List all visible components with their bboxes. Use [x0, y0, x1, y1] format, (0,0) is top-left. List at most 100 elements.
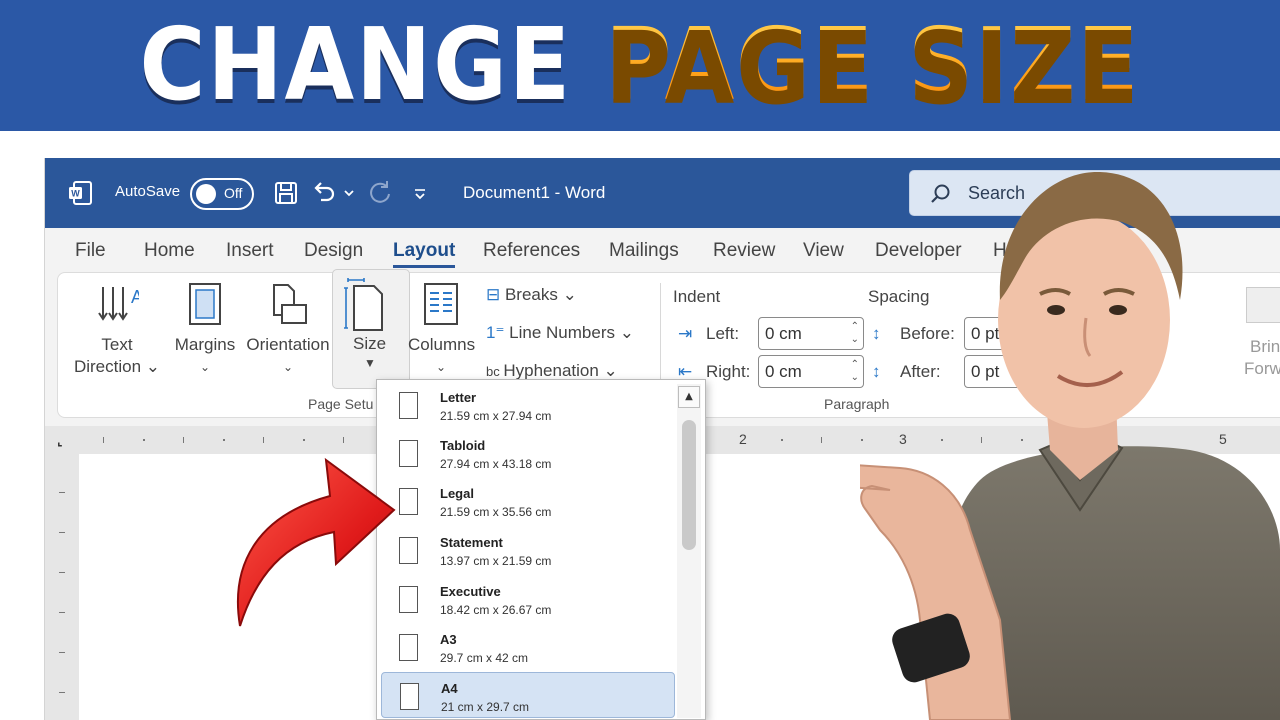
undo-dropdown-icon[interactable]: [341, 178, 357, 208]
ruler-dot: [223, 439, 225, 441]
svg-text:W: W: [71, 189, 80, 199]
save-icon[interactable]: [271, 178, 301, 208]
hyphenation-icon: bc: [486, 364, 504, 379]
page-size-name: Statement: [440, 535, 503, 550]
page-size-executive[interactable]: Executive 18.42 cm x 26.67 cm: [381, 576, 675, 622]
page-size-statement[interactable]: Statement 13.97 cm x 21.59 cm: [381, 527, 675, 573]
page-size-dims: 21.59 cm x 35.56 cm: [440, 505, 552, 519]
orientation-icon: [273, 284, 307, 324]
banner-title: CHANGE PAGE SIZE: [64, 6, 1216, 124]
indent-left-icon: ⇥: [678, 324, 693, 343]
spinner-arrows-icon[interactable]: ⌃ ⌄: [851, 320, 859, 346]
scroll-up-icon[interactable]: ▲: [678, 386, 700, 408]
customize-toolbar-icon[interactable]: [409, 178, 431, 208]
spinner-arrows-icon[interactable]: ⌃ ⌄: [851, 358, 859, 384]
page-size-letter[interactable]: Letter 21.59 cm x 27.94 cm: [381, 382, 675, 428]
page-size-legal[interactable]: Legal 21.59 cm x 35.56 cm: [381, 478, 675, 524]
ruler-tick: [59, 652, 65, 653]
orientation-chevron-icon: ⌄: [282, 360, 294, 374]
columns-button[interactable]: Columns ⌄: [408, 281, 476, 378]
breaks-icon: ⊟: [486, 285, 505, 304]
page-icon: [399, 634, 418, 661]
red-curved-arrow-icon: [236, 457, 396, 627]
indent-left-label: Left:: [706, 324, 740, 343]
indent-left-value: 0 cm: [765, 324, 802, 343]
breaks-label: Breaks ⌄: [504, 285, 577, 304]
ruler-tick: [183, 437, 184, 443]
size-label: Size: [353, 334, 387, 353]
tab-file[interactable]: File: [75, 240, 106, 262]
size-button[interactable]: Size ▼: [332, 269, 410, 389]
page-setup-group-label: Page Setu: [308, 396, 374, 412]
page-size-tabloid[interactable]: Tabloid 27.94 cm x 43.18 cm: [381, 430, 675, 476]
margins-label: Margins: [174, 335, 236, 354]
page-size-a3[interactable]: A3 29.7 cm x 42 cm: [381, 624, 675, 670]
banner-title-white: CHANGE: [139, 6, 606, 123]
page-size-dims: 18.42 cm x 26.67 cm: [440, 603, 552, 617]
ruler-tick: [59, 612, 65, 613]
tab-view[interactable]: View: [803, 240, 844, 262]
ruler-dot: [143, 439, 145, 441]
tab-layout[interactable]: Layout: [393, 240, 456, 268]
tab-home[interactable]: Home: [144, 240, 195, 262]
vertical-ruler[interactable]: [45, 454, 79, 720]
indent-label: Indent: [673, 287, 721, 306]
line-numbers-icon: 1⁼: [486, 323, 510, 342]
tab-insert[interactable]: Insert: [226, 240, 274, 262]
line-numbers-button[interactable]: 1⁼ Line Numbers ⌄: [486, 323, 634, 343]
page-size-name: Legal: [440, 486, 474, 501]
ruler-tick: [59, 572, 65, 573]
text-direction-label-1: Text: [101, 335, 133, 354]
page-size-dropdown: Letter 21.59 cm x 27.94 cm Tabloid 27.94…: [376, 379, 706, 720]
page-size-dims: 29.7 cm x 42 cm: [440, 651, 529, 665]
text-direction-label-2: Direction ⌄: [73, 357, 161, 376]
columns-icon: [424, 283, 458, 325]
indent-right-value: 0 cm: [765, 362, 802, 381]
page-icon: [400, 683, 419, 710]
ruler-tick: [59, 692, 65, 693]
columns-chevron-icon: ⌄: [435, 360, 447, 374]
breaks-button[interactable]: ⊟ Breaks ⌄: [486, 285, 577, 305]
orientation-button[interactable]: Orientation ⌄: [244, 281, 332, 378]
autosave-toggle[interactable]: Off: [190, 178, 254, 210]
tab-stop-selector[interactable]: ⌞: [57, 434, 63, 448]
word-logo-icon: W: [69, 181, 92, 205]
text-direction-button[interactable]: A Text Direction ⌄: [72, 281, 162, 378]
tab-references[interactable]: References: [483, 240, 580, 262]
page-size-name: A4: [441, 681, 458, 696]
line-numbers-label: Line Numbers ⌄: [509, 323, 634, 342]
autosave-state: Off: [224, 185, 243, 201]
tab-review[interactable]: Review: [713, 240, 775, 262]
dropdown-scrollbar[interactable]: ▲: [677, 384, 701, 718]
page-size-name: Tabloid: [440, 438, 486, 453]
indent-left-input[interactable]: 0 cm ⌃ ⌄: [758, 317, 864, 350]
hyphenation-button[interactable]: bc Hyphenation ⌄: [486, 361, 618, 381]
banner-title-orange: PAGE SIZE: [605, 6, 1141, 123]
ruler-number: 2: [739, 431, 747, 447]
scrollbar-thumb[interactable]: [682, 420, 696, 550]
page-size-a4[interactable]: A4 21 cm x 29.7 cm: [381, 672, 675, 718]
tab-mailings[interactable]: Mailings: [609, 240, 679, 262]
size-dropdown-icon: ▼: [364, 356, 376, 370]
undo-icon[interactable]: [309, 178, 339, 208]
page-icon: [399, 392, 418, 419]
columns-label: Columns: [408, 335, 476, 354]
indent-right-input[interactable]: 0 cm ⌃ ⌄: [758, 355, 864, 388]
margins-button[interactable]: Margins ⌄: [172, 281, 238, 378]
orientation-label: Orientation: [246, 335, 330, 354]
ruler-dot: [303, 439, 305, 441]
page-size-name: Executive: [440, 584, 501, 599]
page-size-icon: [344, 278, 383, 331]
ruler-tick: [59, 492, 65, 493]
ruler-tick: [343, 437, 344, 443]
tab-design[interactable]: Design: [304, 240, 363, 262]
document-title: Document1 - Word: [463, 183, 606, 202]
page-size-dims: 27.94 cm x 43.18 cm: [440, 457, 552, 471]
svg-text:A: A: [131, 287, 139, 307]
redo-icon[interactable]: [365, 178, 395, 208]
ruler-tick: [103, 437, 104, 443]
presenter-photo: [860, 171, 1280, 720]
indent-right-label: Right:: [706, 362, 751, 381]
autosave-label: AutoSave: [115, 183, 181, 200]
page-size-dims: 21.59 cm x 27.94 cm: [440, 409, 552, 423]
